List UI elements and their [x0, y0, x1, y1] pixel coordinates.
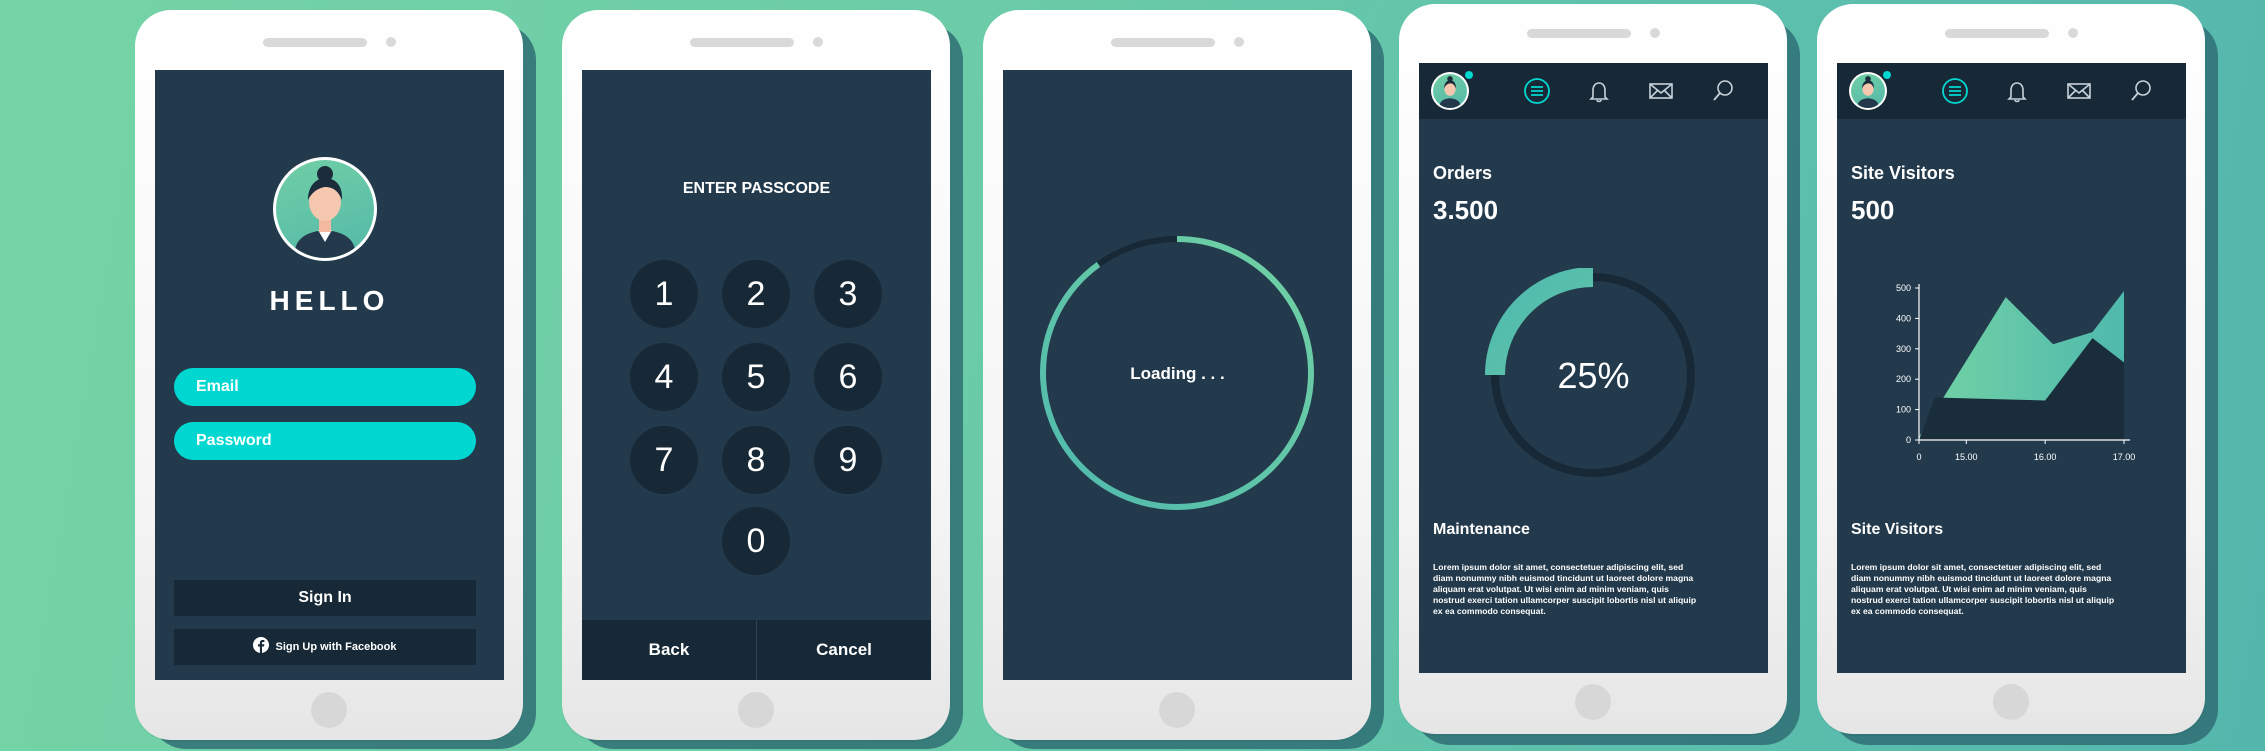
- top-nav-bar: [1419, 63, 1768, 119]
- key-4[interactable]: 4: [630, 343, 698, 411]
- visitors-area-chart: 0 100 200 300 400 500 0 15.00 16.00 17.00: [1896, 283, 2136, 462]
- mail-icon[interactable]: [1647, 77, 1675, 105]
- orders-title: Orders: [1433, 163, 1493, 183]
- x-tick-label: 17.00: [2113, 452, 2136, 462]
- menu-icon[interactable]: [1941, 77, 1969, 105]
- email-field[interactable]: Email: [174, 368, 476, 406]
- home-button[interactable]: [738, 692, 774, 728]
- password-field[interactable]: Password: [174, 422, 476, 460]
- camera: [813, 37, 823, 47]
- x-tick-label: 0: [1916, 452, 1921, 462]
- phone-passcode: ENTER PASSCODE 1 2 3 4 5 6 7 8 9 0 Back …: [562, 10, 950, 740]
- phone-loading: Loading . . .: [983, 10, 1371, 740]
- avatar[interactable]: [1431, 72, 1469, 110]
- greeting-title: HELLO: [269, 285, 390, 316]
- camera: [1650, 28, 1660, 38]
- orders-percent: 25%: [1557, 355, 1630, 396]
- home-button[interactable]: [1159, 692, 1195, 728]
- x-tick-label: 15.00: [1955, 452, 1978, 462]
- visitors-title: Site Visitors: [1851, 163, 1955, 183]
- avatar: [273, 157, 377, 261]
- cancel-button[interactable]: Cancel: [757, 620, 931, 680]
- passcode-screen: ENTER PASSCODE 1 2 3 4 5 6 7 8 9 0 Back …: [582, 70, 931, 680]
- facebook-signup-label: Sign Up with Facebook: [275, 641, 397, 653]
- phone-login: HELLO Email Password Sign In Sign Up wit…: [135, 10, 523, 740]
- menu-icon[interactable]: [1523, 77, 1551, 105]
- x-tick-label: 16.00: [2034, 452, 2057, 462]
- passcode-action-bar: Back Cancel: [582, 620, 931, 680]
- key-7[interactable]: 7: [630, 426, 698, 494]
- facebook-icon: [253, 637, 270, 653]
- speaker: [1111, 38, 1215, 47]
- y-tick-label: 400: [1896, 313, 1911, 323]
- key-1[interactable]: 1: [630, 260, 698, 328]
- y-tick-label: 200: [1896, 374, 1911, 384]
- key-0[interactable]: 0: [722, 507, 790, 575]
- y-tick-label: 0: [1906, 435, 1911, 445]
- sign-in-button[interactable]: Sign In: [174, 580, 476, 616]
- online-status-dot: [1883, 71, 1891, 79]
- camera: [386, 37, 396, 47]
- top-nav-bar: [1837, 63, 2186, 119]
- mail-icon[interactable]: [2065, 77, 2093, 105]
- passcode-title: ENTER PASSCODE: [682, 180, 831, 197]
- person-icon: [1857, 76, 1879, 108]
- avatar[interactable]: [1849, 72, 1887, 110]
- loading-text: Loading . . .: [1130, 364, 1225, 383]
- speaker: [1527, 29, 1631, 38]
- speaker: [690, 38, 794, 47]
- y-tick-label: 500: [1896, 283, 1911, 293]
- orders-screen: Orders 3.500 25% Maintenance Lorem ipsum…: [1419, 63, 1768, 673]
- key-5[interactable]: 5: [722, 343, 790, 411]
- key-8[interactable]: 8: [722, 426, 790, 494]
- loading-screen: Loading . . .: [1003, 70, 1352, 680]
- speaker: [1945, 29, 2049, 38]
- visitors-value: 500: [1851, 195, 1895, 225]
- visitors-section-title: Site Visitors: [1851, 521, 1944, 538]
- bell-icon[interactable]: [2003, 77, 2031, 105]
- maintenance-title: Maintenance: [1433, 521, 1530, 538]
- visitors-body: Lorem ipsum dolor sit amet, consectetuer…: [1851, 562, 2115, 616]
- speaker: [263, 38, 367, 47]
- visitors-screen: Site Visitors 500 0 100 200 300 400 500 0 15.00…: [1837, 63, 2186, 673]
- camera: [1234, 37, 1244, 47]
- home-button[interactable]: [311, 692, 347, 728]
- key-9[interactable]: 9: [814, 426, 882, 494]
- person-icon: [294, 166, 356, 258]
- maintenance-body: Lorem ipsum dolor sit amet, consectetuer…: [1433, 562, 1697, 616]
- y-tick-label: 100: [1896, 405, 1911, 415]
- key-6[interactable]: 6: [814, 343, 882, 411]
- orders-value: 3.500: [1433, 195, 1499, 225]
- search-icon[interactable]: [1709, 77, 1737, 105]
- phone-orders: Orders 3.500 25% Maintenance Lorem ipsum…: [1399, 4, 1787, 734]
- login-screen: HELLO Email Password Sign In Sign Up wit…: [155, 70, 504, 680]
- search-icon[interactable]: [2127, 77, 2155, 105]
- bell-icon[interactable]: [1585, 77, 1613, 105]
- home-button[interactable]: [1993, 684, 2029, 720]
- back-button[interactable]: Back: [582, 620, 756, 680]
- facebook-signup-button[interactable]: Sign Up with Facebook: [174, 629, 476, 665]
- phone-visitors: Site Visitors 500 0 100 200 300 400 500 0 15.00…: [1817, 4, 2205, 734]
- key-2[interactable]: 2: [722, 260, 790, 328]
- online-status-dot: [1465, 71, 1473, 79]
- person-icon: [1439, 76, 1461, 108]
- key-3[interactable]: 3: [814, 260, 882, 328]
- y-tick-label: 300: [1896, 344, 1911, 354]
- camera: [2068, 28, 2078, 38]
- home-button[interactable]: [1575, 684, 1611, 720]
